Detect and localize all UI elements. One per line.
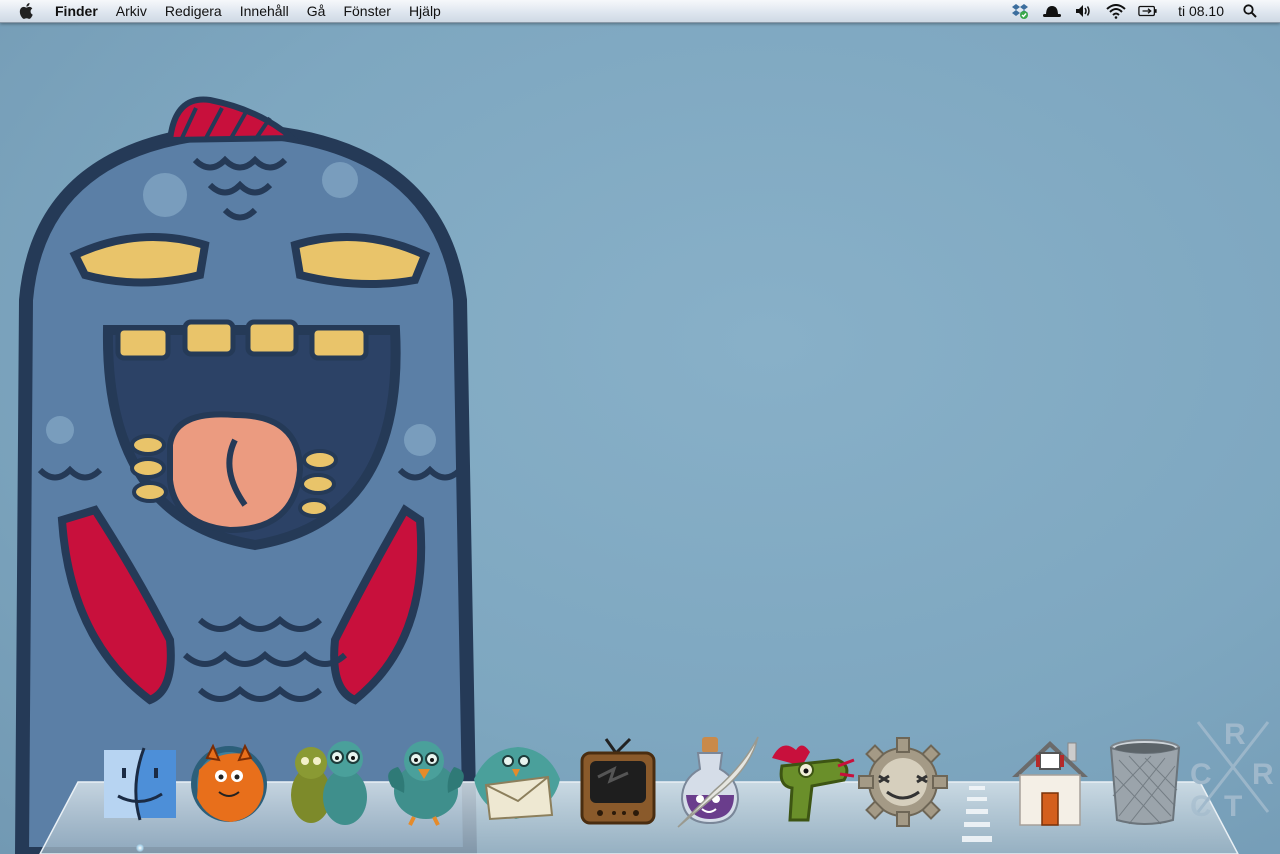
menu-ga[interactable]: Gå xyxy=(298,0,335,22)
bird-mail-icon xyxy=(474,747,560,821)
watermark-letter-c2: C xyxy=(1190,790,1212,822)
apple-menu-icon[interactable] xyxy=(18,2,36,20)
menu-fonster[interactable]: Fönster xyxy=(334,0,399,22)
dock-finder[interactable] xyxy=(97,736,183,828)
zombie-duo-icon xyxy=(291,741,367,825)
menu-bar: Finder Arkiv Redigera Innehåll Gå Fönste… xyxy=(0,0,1280,23)
watermark-letter-t: T xyxy=(1224,790,1242,822)
finder-running-indicator xyxy=(136,844,144,852)
dock-firefox[interactable] xyxy=(186,736,272,828)
wifi-icon[interactable] xyxy=(1106,2,1126,20)
menu-clock[interactable]: ti 08.10 xyxy=(1178,3,1224,19)
gear-icon xyxy=(858,737,948,827)
dock-adium[interactable] xyxy=(287,736,373,828)
menu-app-finder[interactable]: Finder xyxy=(46,0,107,22)
ink-quill-icon xyxy=(677,736,759,828)
dock-ray-gun[interactable] xyxy=(765,736,855,828)
spotlight-search-icon[interactable] xyxy=(1240,2,1260,20)
bird-icon xyxy=(388,741,464,826)
menu-redigera[interactable]: Redigera xyxy=(156,0,231,22)
volume-icon[interactable] xyxy=(1074,2,1094,20)
battery-icon[interactable] xyxy=(1138,2,1158,20)
growl-icon[interactable] xyxy=(1042,2,1062,20)
watermark-letter-r2: R xyxy=(1252,758,1274,791)
finder-icon xyxy=(104,747,176,821)
dock-tv[interactable] xyxy=(575,736,661,828)
desktop[interactable] xyxy=(0,0,1280,854)
trash-icon xyxy=(1109,739,1181,825)
dropbox-icon[interactable] xyxy=(1010,2,1030,20)
dock-mail[interactable] xyxy=(473,736,560,828)
watermark-logo: R C R T C xyxy=(1190,718,1274,822)
monster-wallpaper xyxy=(14,96,478,854)
dock-trash[interactable] xyxy=(1102,736,1188,828)
watermark-letter-r1: R xyxy=(1224,718,1246,751)
dock-system-preferences[interactable] xyxy=(858,736,948,828)
menu-innehall[interactable]: Innehåll xyxy=(231,0,298,22)
dock-home-folder[interactable] xyxy=(1007,736,1093,828)
menu-arkiv[interactable]: Arkiv xyxy=(107,0,156,22)
dock-textedit[interactable] xyxy=(676,736,762,828)
tv-icon xyxy=(580,737,656,825)
watermark-letter-c1: C xyxy=(1190,758,1212,791)
dock-twitter[interactable] xyxy=(383,736,469,828)
menu-hjalp[interactable]: Hjälp xyxy=(400,0,450,22)
ray-gun-icon xyxy=(772,745,855,822)
firefox-icon xyxy=(191,743,267,822)
house-icon xyxy=(1012,741,1088,826)
